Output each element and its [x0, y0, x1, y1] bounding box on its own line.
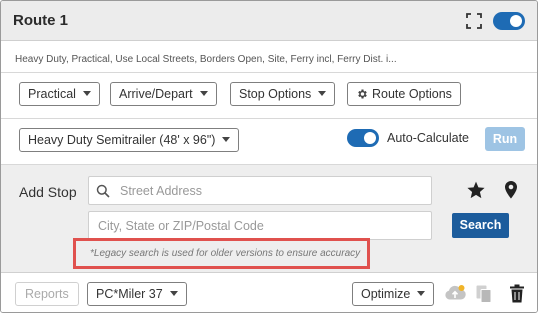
trash-icon[interactable]: [509, 284, 525, 303]
cloud-upload-icon[interactable]: [444, 284, 466, 302]
stop-options-label: Stop Options: [239, 87, 312, 101]
search-icon: [96, 184, 110, 198]
street-address-placeholder: Street Address: [120, 184, 202, 198]
gear-icon: [358, 89, 367, 99]
arrive-depart-label: Arrive/Depart: [119, 87, 193, 101]
optimize-label: Optimize: [361, 287, 411, 301]
expand-icon[interactable]: [466, 13, 482, 29]
chevron-down-icon: [199, 91, 208, 97]
chevron-down-icon: [318, 91, 327, 97]
search-button[interactable]: Search: [452, 213, 509, 238]
route-panel: Route 1 Heavy Duty, Practical, Use Local…: [0, 0, 538, 313]
run-button[interactable]: Run: [485, 127, 525, 151]
routing-type-dropdown[interactable]: Practical: [19, 82, 100, 106]
legacy-search-note: *Legacy search is used for older version…: [90, 248, 361, 259]
route-title: Route 1: [13, 12, 69, 29]
vehicle-profile-dropdown[interactable]: Heavy Duty Semitrailer (48' x 96"): [19, 128, 240, 152]
chevron-down-icon: [82, 91, 91, 97]
chevron-down-icon: [417, 291, 426, 297]
routing-type-label: Practical: [28, 87, 76, 101]
city-state-zip-placeholder: City, State or ZIP/Postal Code: [98, 219, 264, 233]
divider: [1, 72, 537, 73]
copy-icon[interactable]: [475, 284, 493, 304]
toggle-knob: [364, 132, 376, 144]
optimize-dropdown[interactable]: Optimize: [352, 282, 435, 306]
toggle-knob: [510, 15, 522, 27]
stop-options-dropdown[interactable]: Stop Options: [230, 82, 336, 106]
route-options-label: Route Options: [372, 87, 452, 101]
version-dropdown[interactable]: PC*Miler 37: [87, 282, 187, 306]
arrive-depart-dropdown[interactable]: Arrive/Depart: [110, 82, 217, 106]
version-label: PC*Miler 37: [96, 287, 163, 301]
add-stop-label: Add Stop: [19, 184, 77, 200]
reports-button[interactable]: Reports: [15, 282, 79, 306]
route-options-summary: Heavy Duty, Practical, Use Local Streets…: [15, 54, 397, 65]
vehicle-profile-label: Heavy Duty Semitrailer (48' x 96"): [28, 133, 216, 147]
city-state-zip-input[interactable]: City, State or ZIP/Postal Code: [88, 211, 432, 240]
chevron-down-icon: [222, 137, 231, 143]
auto-calculate-label: Auto-Calculate: [387, 131, 469, 145]
route-options-button[interactable]: Route Options: [347, 82, 461, 106]
route-header: Route 1: [1, 1, 537, 41]
chevron-down-icon: [169, 291, 178, 297]
auto-calculate-toggle[interactable]: [347, 129, 379, 147]
route-visibility-toggle[interactable]: [493, 12, 525, 30]
divider: [1, 118, 537, 119]
street-address-input[interactable]: Street Address: [88, 176, 432, 205]
map-pin-icon[interactable]: [503, 180, 519, 200]
star-icon[interactable]: [466, 180, 486, 200]
